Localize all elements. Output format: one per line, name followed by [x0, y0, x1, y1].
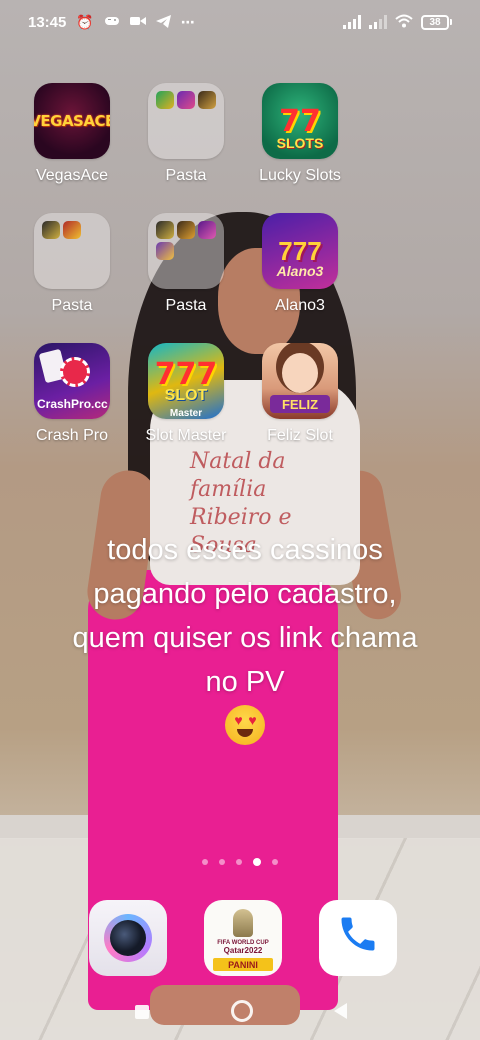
- phone-handset-icon: [336, 912, 380, 964]
- lucky-slots-app-icon[interactable]: 77 SLOTS: [262, 83, 338, 159]
- mini-app-icon: [198, 91, 216, 109]
- app-label: Lucky Slots: [259, 167, 341, 184]
- lucky-slots-sub: SLOTS: [276, 135, 324, 151]
- app-label: Crash Pro: [35, 427, 109, 444]
- status-bar: 13:45 ⏰ ⋯ 38: [0, 0, 480, 44]
- back-button[interactable]: [334, 1003, 347, 1019]
- heart-eyes-emoji-icon: ♥ ♥: [225, 705, 265, 745]
- camera-lens-icon: [104, 914, 152, 962]
- lucky-slots-logo: 77: [279, 103, 321, 139]
- game-controller-icon: [104, 15, 120, 29]
- app-slot-master[interactable]: 777 SLOT Master Slot Master: [131, 343, 241, 445]
- battery-icon: 38: [421, 14, 452, 30]
- crash-pro-sub: CrashPro.cc: [37, 397, 108, 411]
- heart-icon: ♥: [248, 712, 257, 728]
- phone-app-icon[interactable]: [319, 900, 397, 976]
- folder-pasta[interactable]: Pasta: [17, 213, 127, 315]
- recent-apps-button[interactable]: [135, 1005, 149, 1019]
- page-dot-active[interactable]: [253, 858, 261, 866]
- signal-strength-icon: [343, 15, 361, 29]
- folder-icon[interactable]: [34, 213, 110, 289]
- wifi-icon: [395, 14, 413, 30]
- panini-world-cup-app-icon[interactable]: FIFA WORLD CUP Qatar2022 PANINI: [204, 900, 282, 976]
- mini-app-icon: [63, 221, 81, 239]
- app-crash-pro[interactable]: CrashPro.cc Crash Pro: [17, 343, 127, 445]
- alarm-icon: ⏰: [76, 14, 94, 30]
- character-face-icon: [282, 353, 318, 393]
- mini-app-icon: [198, 221, 216, 239]
- page-dot[interactable]: [272, 859, 278, 865]
- panini-brand: PANINI: [213, 958, 273, 971]
- casino-chip-icon: [60, 357, 90, 387]
- page-dot[interactable]: [202, 859, 208, 865]
- alano3-logo: 777: [278, 235, 322, 266]
- crash-pro-app-icon[interactable]: CrashPro.cc: [34, 343, 110, 419]
- app-vegasace[interactable]: VEGASACE VegasAce: [17, 83, 127, 185]
- telegram-icon: [155, 14, 171, 30]
- page-indicator: [0, 858, 480, 866]
- battery-level: 38: [421, 14, 449, 30]
- app-feliz-slot[interactable]: FELIZ Feliz Slot: [245, 343, 355, 445]
- video-camera-icon: [129, 15, 146, 29]
- status-time: 13:45: [28, 13, 67, 31]
- folder-pasta[interactable]: Pasta: [131, 213, 241, 315]
- mini-app-icon: [156, 221, 174, 239]
- folder-pasta[interactable]: Pasta: [131, 83, 241, 185]
- slot-master-sub: SLOT: [164, 387, 208, 404]
- feliz-slot-app-icon[interactable]: FELIZ: [262, 343, 338, 419]
- alano3-app-icon[interactable]: 777 Alano3: [262, 213, 338, 289]
- app-label: Pasta: [51, 297, 93, 314]
- app-label: Alano3: [275, 297, 325, 314]
- app-label: Pasta: [165, 297, 207, 314]
- panini-line2: Qatar2022: [223, 946, 263, 955]
- feliz-slot-sub: FELIZ: [270, 395, 330, 413]
- overlay-caption: todos esses cassinos pagando pelo cadast…: [72, 534, 418, 698]
- app-label: Slot Master: [145, 427, 227, 444]
- app-label: Feliz Slot: [267, 427, 333, 444]
- vegasace-logo: VEGASACE: [34, 112, 110, 130]
- page-dot[interactable]: [236, 859, 242, 865]
- folder-icon[interactable]: [148, 213, 224, 289]
- alano3-sub: Alano3: [276, 263, 324, 279]
- app-alano3[interactable]: 777 Alano3 Alano3: [245, 213, 355, 315]
- app-label: Pasta: [165, 167, 207, 184]
- app-label: VegasAce: [35, 167, 109, 184]
- mini-app-icon: [156, 91, 174, 109]
- page-dot[interactable]: [219, 859, 225, 865]
- more-dots-icon: ⋯: [180, 14, 195, 30]
- trophy-icon: [233, 909, 253, 937]
- signal-strength-secondary-icon: [369, 15, 387, 29]
- navigation-bar: [0, 990, 480, 1034]
- mini-app-icon: [156, 242, 174, 260]
- heart-icon: ♥: [234, 712, 243, 728]
- home-button[interactable]: [231, 1000, 253, 1022]
- app-lucky-slots[interactable]: 77 SLOTS Lucky Slots: [245, 83, 355, 185]
- mini-app-icon: [177, 91, 195, 109]
- vegasace-app-icon[interactable]: VEGASACE: [34, 83, 110, 159]
- camera-app-icon[interactable]: [89, 900, 167, 976]
- slot-master-app-icon[interactable]: 777 SLOT Master: [148, 343, 224, 419]
- folder-icon[interactable]: [148, 83, 224, 159]
- mini-app-icon: [177, 221, 195, 239]
- slot-master-sub2: Master: [169, 408, 203, 419]
- mini-app-icon: [42, 221, 60, 239]
